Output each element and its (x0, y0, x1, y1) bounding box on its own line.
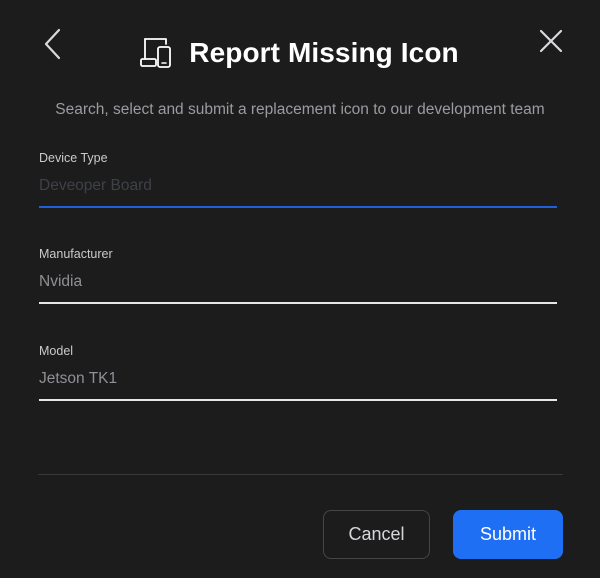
model-field: Model Jetson TK1 (39, 342, 557, 401)
footer-divider (38, 474, 563, 475)
model-label: Model (39, 344, 74, 358)
dialog-header: Report Missing Icon (0, 30, 600, 76)
dialog-title: Report Missing Icon (189, 37, 459, 68)
device-type-label: Device Type (39, 151, 108, 165)
manufacturer-label: Manufacturer (39, 247, 113, 261)
device-type-field: Device Type (39, 149, 557, 208)
device-type-icon (140, 38, 172, 68)
model-underline (39, 399, 557, 401)
report-missing-icon-dialog: Report Missing Icon Search, select and s… (0, 0, 600, 578)
manufacturer-field: Manufacturer Nvidia (39, 245, 557, 304)
cancel-button[interactable]: Cancel (323, 510, 430, 559)
manufacturer-input[interactable]: Nvidia (39, 271, 557, 293)
manufacturer-underline (39, 302, 557, 304)
submit-button[interactable]: Submit (453, 510, 563, 559)
device-type-input[interactable] (39, 175, 557, 197)
model-input[interactable]: Jetson TK1 (39, 368, 557, 390)
dialog-subtitle: Search, select and submit a replacement … (55, 101, 545, 118)
device-type-underline (39, 206, 557, 208)
